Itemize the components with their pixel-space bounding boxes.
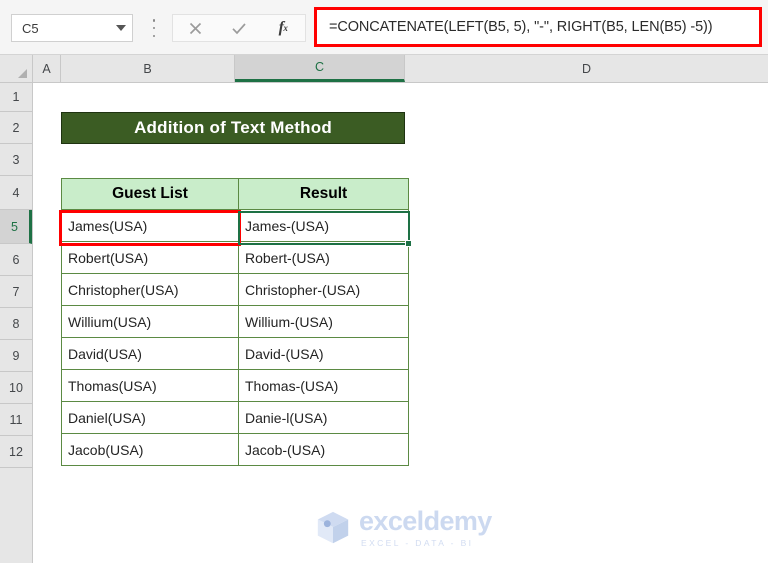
cell-c12[interactable]: Jacob-(USA) (239, 434, 409, 466)
cell-b8[interactable]: Willium(USA) (61, 306, 239, 338)
table-row: Thomas(USA) Thomas-(USA) (61, 370, 409, 402)
row-header-3[interactable]: 3 (0, 144, 32, 176)
select-all-corner-button[interactable] (0, 55, 33, 82)
row-header-6[interactable]: 6 (0, 244, 32, 276)
row-header-10[interactable]: 10 (0, 372, 32, 404)
formula-text: =CONCATENATE(LEFT(B5, 5), "-", RIGHT(B5,… (329, 19, 713, 35)
cancel-x-icon[interactable] (173, 15, 217, 41)
cell-c8[interactable]: Willium-(USA) (239, 306, 409, 338)
name-box-value: C5 (22, 20, 39, 36)
column-header-c[interactable]: C (235, 55, 405, 82)
table-row: Jacob(USA) Jacob-(USA) (61, 434, 409, 466)
row-header-1[interactable]: 1 (0, 83, 32, 112)
name-box[interactable]: C5 (11, 14, 133, 42)
cell-b12[interactable]: Jacob(USA) (61, 434, 239, 466)
row-header-blank-2[interactable] (0, 500, 32, 532)
select-all-triangle-icon (18, 69, 27, 78)
table-row: Willium(USA) Willium-(USA) (61, 306, 409, 338)
table-row: Christopher(USA) Christopher-(USA) (61, 274, 409, 306)
formula-input[interactable]: =CONCATENATE(LEFT(B5, 5), "-", RIGHT(B5,… (314, 7, 762, 47)
table-row: Robert(USA) Robert-(USA) (61, 242, 409, 274)
worksheet-grid: Addition of Text Method Guest List Resul… (34, 83, 768, 563)
row-header-12[interactable]: 12 (0, 436, 32, 468)
cell-c9[interactable]: David-(USA) (239, 338, 409, 370)
row-header-5[interactable]: 5 (0, 210, 32, 244)
chevron-down-icon[interactable] (116, 25, 126, 31)
table-row: David(USA) David-(USA) (61, 338, 409, 370)
table-header-row: Guest List Result (61, 178, 409, 210)
row-header-4[interactable]: 4 (0, 176, 32, 210)
row-header-8[interactable]: 8 (0, 308, 32, 340)
cell-c7[interactable]: Christopher-(USA) (239, 274, 409, 306)
enter-check-icon[interactable] (217, 15, 261, 41)
cell-c5[interactable]: James-(USA) (239, 210, 409, 242)
cell-c11[interactable]: Danie-l(USA) (239, 402, 409, 434)
row-header-11[interactable]: 11 (0, 404, 32, 436)
cell-b11[interactable]: Daniel(USA) (61, 402, 239, 434)
column-header-guest-list[interactable]: Guest List (61, 178, 239, 210)
formula-bar-area: C5 fx =CONCATENATE(LEFT(B5, 5), "-", RIG… (0, 0, 768, 55)
column-header-a[interactable]: A (33, 55, 61, 82)
row-header-2[interactable]: 2 (0, 112, 32, 144)
cell-b7[interactable]: Christopher(USA) (61, 274, 239, 306)
row-header-9[interactable]: 9 (0, 340, 32, 372)
title-banner-text: Addition of Text Method (134, 118, 332, 137)
cell-b10[interactable]: Thomas(USA) (61, 370, 239, 402)
cell-b9[interactable]: David(USA) (61, 338, 239, 370)
fill-handle[interactable] (405, 240, 412, 247)
cell-c10[interactable]: Thomas-(USA) (239, 370, 409, 402)
column-header-d[interactable]: D (405, 55, 768, 82)
row-header-blank-1[interactable] (0, 468, 32, 500)
column-header-b[interactable]: B (61, 55, 235, 82)
cell-b6[interactable]: Robert(USA) (61, 242, 239, 274)
formula-bar-buttons: fx (172, 14, 306, 42)
table-row: Daniel(USA) Danie-l(USA) (61, 402, 409, 434)
title-banner-cell[interactable]: Addition of Text Method (61, 112, 405, 144)
cell-c6[interactable]: Robert-(USA) (239, 242, 409, 274)
formula-bar-drag-dots (152, 19, 156, 37)
row-headers: 1 2 3 4 5 6 7 8 9 10 11 12 (0, 83, 33, 563)
column-headers: A B C D (0, 55, 768, 83)
row-header-7[interactable]: 7 (0, 276, 32, 308)
cell-b5[interactable]: James(USA) (61, 210, 239, 242)
column-header-result[interactable]: Result (239, 178, 409, 210)
data-table: Guest List Result James(USA) James-(USA)… (61, 178, 409, 466)
table-row: James(USA) James-(USA) (61, 210, 409, 242)
fx-insert-function-icon[interactable]: fx (261, 15, 305, 41)
